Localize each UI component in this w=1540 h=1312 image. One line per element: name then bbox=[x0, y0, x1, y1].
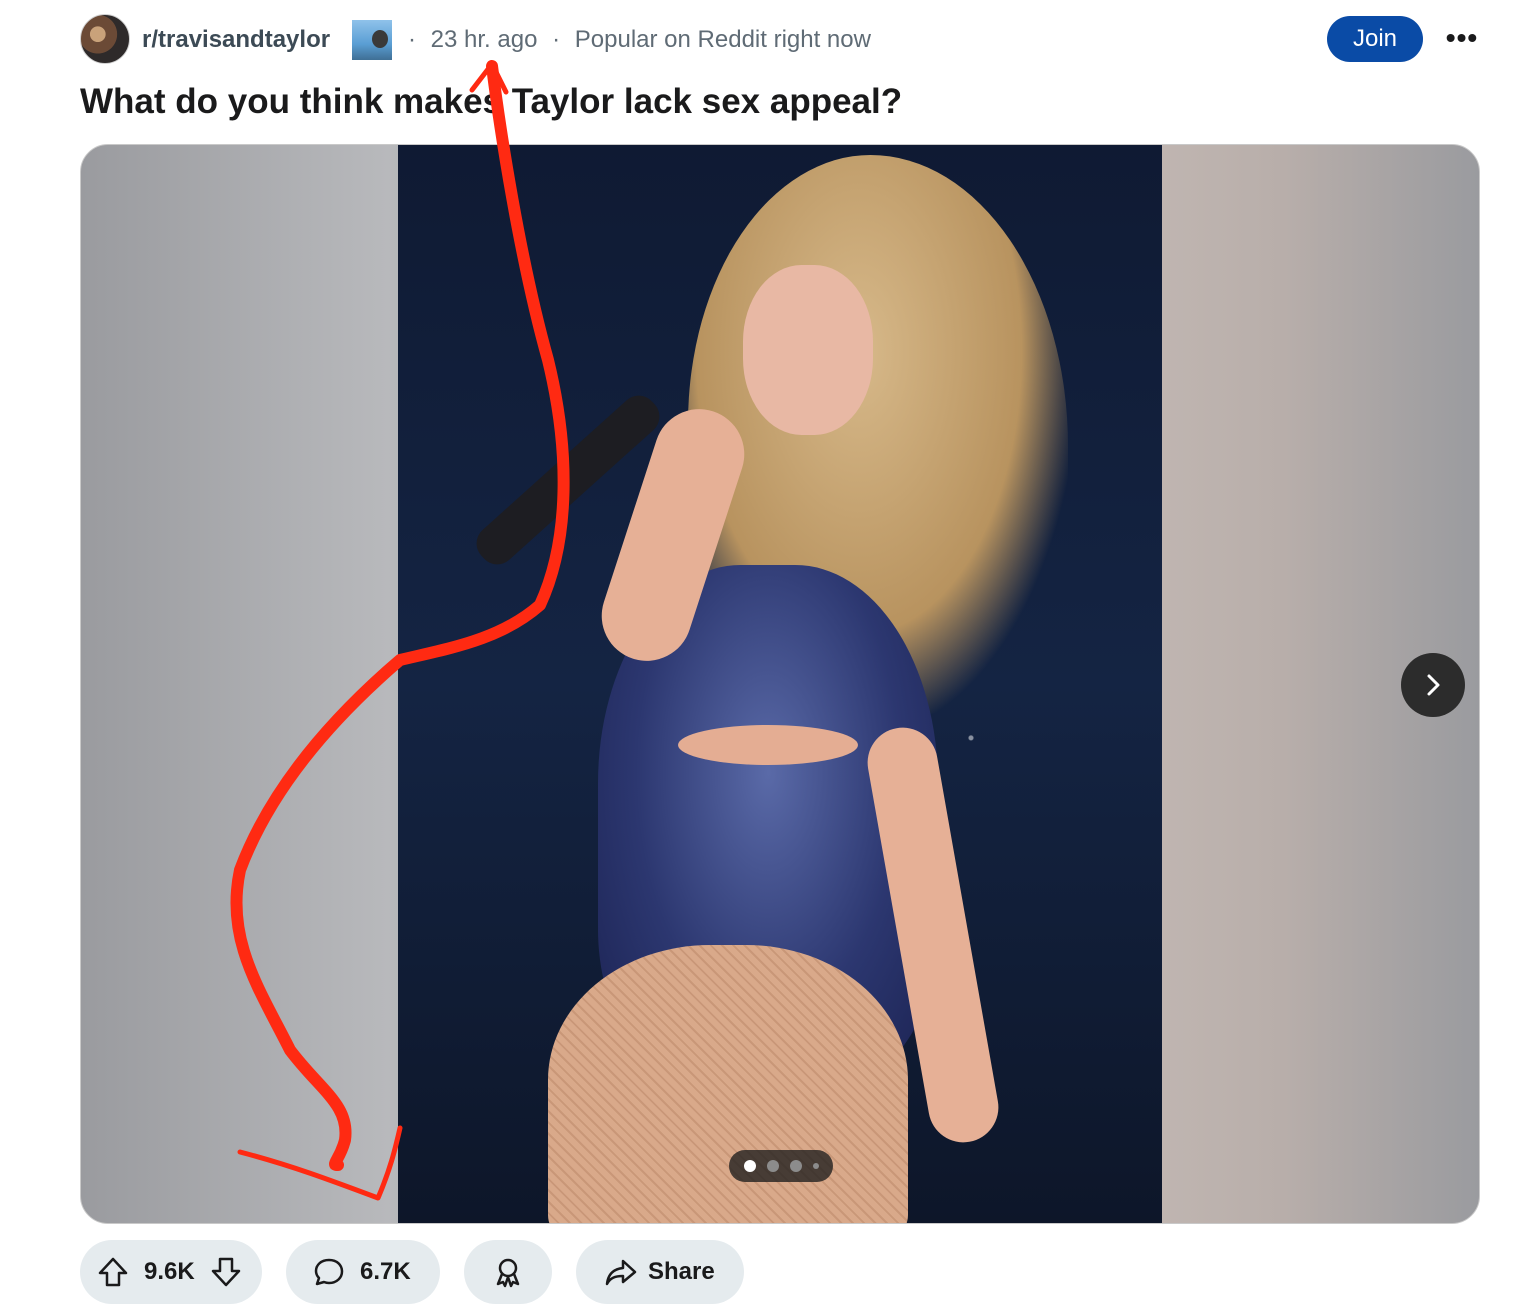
share-button[interactable]: Share bbox=[576, 1240, 744, 1304]
arrow-up-icon[interactable] bbox=[96, 1255, 130, 1289]
carousel-next-button[interactable] bbox=[1401, 653, 1465, 717]
share-arrow-icon bbox=[604, 1255, 638, 1289]
award-button[interactable] bbox=[464, 1240, 552, 1304]
award-ribbon-icon bbox=[491, 1255, 525, 1289]
separator-dot: · bbox=[408, 26, 416, 53]
carousel-dot[interactable] bbox=[789, 1160, 802, 1172]
post-image[interactable] bbox=[398, 145, 1162, 1223]
comment-count: 6.7K bbox=[360, 1258, 411, 1285]
share-label: Share bbox=[648, 1258, 715, 1285]
arrow-down-icon[interactable] bbox=[209, 1255, 243, 1289]
post-header: r/travisandtaylor · 23 hr. ago · Popular… bbox=[80, 14, 1480, 64]
post-time: 23 hr. ago bbox=[430, 26, 538, 53]
vote-count: 9.6K bbox=[144, 1258, 195, 1285]
post-meta: · 23 hr. ago · Popular on Reddit right n… bbox=[400, 26, 871, 54]
comments-button[interactable]: 6.7K bbox=[286, 1240, 440, 1304]
carousel-indicator bbox=[729, 1150, 833, 1182]
post-actions: 9.6K 6.7K Share bbox=[80, 1240, 780, 1304]
speech-bubble-icon bbox=[312, 1255, 346, 1289]
user-flair-image bbox=[352, 20, 392, 60]
carousel-dot[interactable] bbox=[812, 1163, 819, 1169]
popular-label: Popular on Reddit right now bbox=[574, 26, 871, 53]
subreddit-name[interactable]: r/travisandtaylor bbox=[142, 26, 330, 54]
separator-dot: · bbox=[552, 26, 561, 53]
carousel-dot[interactable] bbox=[743, 1160, 756, 1172]
more-options-icon[interactable]: ••• bbox=[1442, 18, 1482, 58]
vote-control: 9.6K bbox=[80, 1240, 262, 1304]
join-button[interactable]: Join bbox=[1327, 16, 1423, 62]
carousel-dot[interactable] bbox=[766, 1160, 779, 1172]
post-title[interactable]: What do you think makes Taylor lack sex … bbox=[80, 82, 902, 122]
subreddit-avatar[interactable] bbox=[80, 14, 130, 64]
chevron-right-icon bbox=[1427, 674, 1440, 696]
post-media-carousel[interactable] bbox=[80, 144, 1480, 1224]
